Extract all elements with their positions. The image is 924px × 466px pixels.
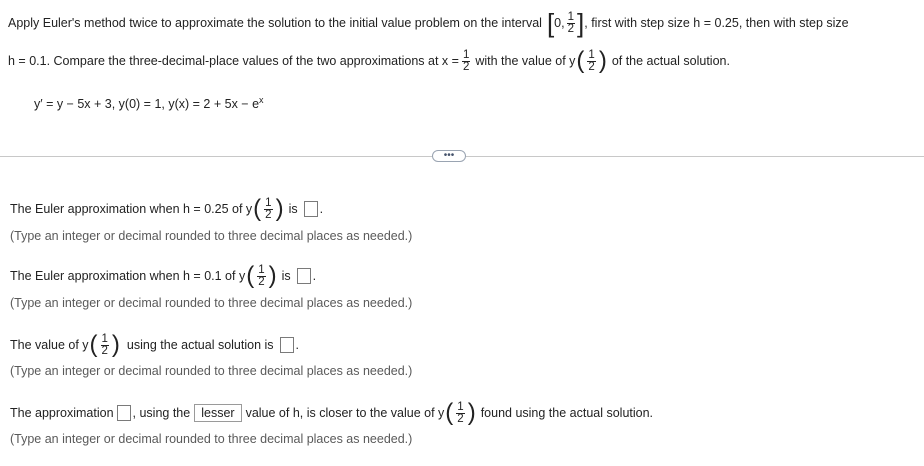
left-bracket: [ (546, 8, 555, 38)
q3-fraction: 1 2 (100, 332, 109, 357)
problem-line2-start: h = 0.1. Compare the three-decimal-place… (8, 54, 459, 68)
problem-intro: Apply Euler's method twice to approximat… (8, 16, 542, 30)
q1-hint: (Type an integer or decimal rounded to t… (10, 229, 413, 243)
q1-is: is (288, 202, 298, 216)
question-3: The value of y ( 1 2 ) using the actual … (10, 331, 300, 358)
q2-fraction: 1 2 (257, 263, 266, 288)
answer-input-h01[interactable] (296, 268, 311, 284)
q3-after: using the actual solution is (126, 338, 274, 352)
right-bracket: ] (577, 8, 585, 38)
x-value-fraction: 1 2 (461, 48, 471, 73)
problem-intro-after: , first with step size h = 0.25, then wi… (584, 16, 849, 30)
answer-input-h025[interactable] (303, 201, 318, 217)
answer-input-actual[interactable] (279, 337, 294, 353)
q2-text: The Euler approximation when h = 0.1 of … (10, 269, 246, 283)
problem-line-2: h = 0.1. Compare the three-decimal-place… (8, 47, 730, 74)
q4-end: found using the actual solution. (480, 406, 654, 420)
q4-text: The approximation (10, 406, 114, 420)
q1-text: The Euler approximation when h = 0.25 of… (10, 202, 253, 216)
h-value-dropdown[interactable]: lesser (194, 404, 242, 422)
q4-fraction: 1 2 (456, 400, 465, 425)
y-arg-fraction: 1 2 (587, 48, 596, 73)
interval-end-fraction: 1 2 (566, 10, 576, 35)
ivp-equation: y′ = y − 5x + 3, y(0) = 1, y(x) = 2 + 5x… (34, 94, 264, 114)
q1-fraction: 1 2 (264, 196, 273, 221)
interval-start: 0, (554, 16, 565, 30)
question-2: The Euler approximation when h = 0.1 of … (10, 262, 317, 289)
problem-line2-mid: with the value of y (475, 54, 576, 68)
q2-hint: (Type an integer or decimal rounded to t… (10, 296, 413, 310)
q4-hint: (Type an integer or decimal rounded to t… (10, 432, 413, 446)
answer-input-approximation[interactable] (116, 405, 131, 421)
problem-line2-end: of the actual solution. (611, 54, 730, 68)
more-options-button[interactable]: ••• (432, 150, 466, 162)
equation-text: y′ = y − 5x + 3, y(0) = 1, y(x) = 2 + 5x… (34, 97, 260, 111)
q4-mid: , using the (132, 406, 191, 420)
question-4: The approximation , using the lesser val… (10, 399, 654, 426)
question-1: The Euler approximation when h = 0.25 of… (10, 195, 324, 222)
q2-is: is (281, 269, 291, 283)
equation-exponent: x (259, 95, 264, 105)
q4-after: value of h, is closer to the value of y (245, 406, 445, 420)
problem-line-1: Apply Euler's method twice to approximat… (8, 8, 849, 38)
q3-hint: (Type an integer or decimal rounded to t… (10, 364, 413, 378)
q3-text: The value of y (10, 338, 89, 352)
